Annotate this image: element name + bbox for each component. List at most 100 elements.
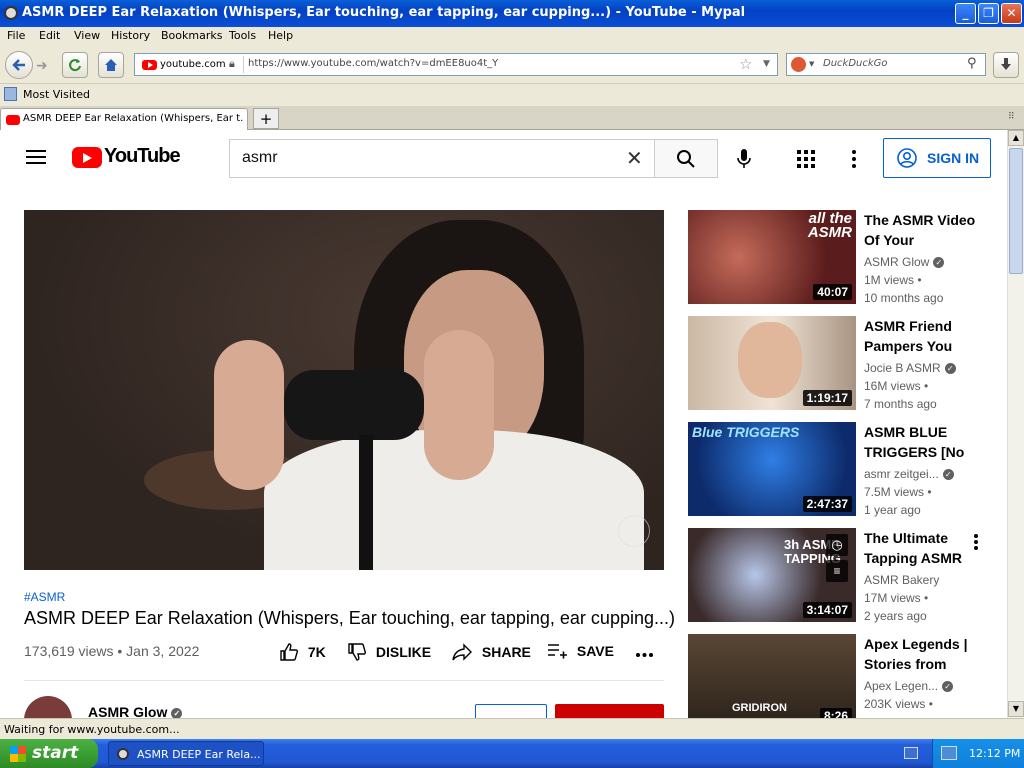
keyboard-tray-icon[interactable]	[904, 747, 918, 759]
bookmarks-toolbar: Most Visited	[0, 84, 1024, 106]
save-button[interactable]: SAVE	[547, 643, 614, 659]
back-button[interactable]	[5, 51, 33, 79]
youtube-logo-icon[interactable]	[72, 147, 102, 168]
rec-thumbnail[interactable]: 1:19:17	[688, 316, 856, 410]
youtube-search-button[interactable]	[654, 139, 718, 178]
rec-channel[interactable]: ASMR Bakery	[864, 573, 939, 587]
clock[interactable]: 12:12 PM	[969, 747, 1020, 760]
rec-title[interactable]: ASMR Friend Pampers You	[864, 316, 988, 356]
youtube-logo-text[interactable]: YouTube	[104, 145, 181, 168]
channel-name-text: ASMR Glow	[88, 704, 168, 718]
start-label: start	[32, 743, 79, 763]
video-title: ASMR DEEP Ear Relaxation (Whispers, Ear …	[24, 608, 675, 628]
channel-avatar[interactable]	[24, 696, 72, 718]
maximize-button[interactable]: ❐	[978, 3, 999, 24]
microphone-icon[interactable]	[737, 149, 751, 169]
settings-more-icon[interactable]	[852, 150, 856, 168]
rec-title[interactable]: ASMR BLUE TRIGGERS [No	[864, 422, 988, 462]
duckduckgo-icon[interactable]	[791, 57, 806, 72]
menu-tools[interactable]: Tools	[229, 29, 256, 42]
rec-duration: 3:14:07	[802, 602, 852, 618]
url-dropdown-icon[interactable]: ▼	[763, 59, 770, 69]
engine-dropdown-icon[interactable]: ▼	[809, 60, 814, 68]
rec-title[interactable]: Apex Legends | Stories from	[864, 634, 988, 674]
recommendation-item[interactable]: all the ASMR 40:07 The ASMR Video Of You…	[688, 210, 998, 306]
thumbs-up-icon	[280, 643, 298, 661]
page-scrollbar[interactable]: ▲ ▼	[1007, 130, 1024, 718]
menu-hamburger-icon[interactable]	[26, 150, 46, 164]
tab-youtube[interactable]: ASMR DEEP Ear Relaxation (Whispers, Ear …	[0, 108, 248, 130]
share-button[interactable]: SHARE	[452, 643, 531, 661]
like-button[interactable]: 7K	[280, 643, 326, 661]
network-tray-icon[interactable]	[941, 746, 957, 760]
bookmark-folder-icon	[4, 87, 17, 101]
channel-name[interactable]: ASMR Glow ✓	[88, 704, 183, 718]
rec-channel[interactable]: Jocie B ASMR ✓	[864, 361, 956, 375]
video-hashtag[interactable]: #ASMR	[24, 590, 65, 604]
search-go-icon[interactable]: ⚲	[967, 56, 977, 71]
window-title-bar[interactable]: ASMR DEEP Ear Relaxation (Whispers, Ear …	[0, 0, 1024, 27]
home-button[interactable]	[98, 52, 124, 78]
rec-duration: 2:47:37	[802, 496, 852, 512]
more-actions-icon[interactable]	[636, 653, 653, 657]
bookmark-star-icon[interactable]: ☆	[739, 55, 752, 73]
rec-thumbnail[interactable]: 3h ASMR TAPPING ◷ ≡ 3:14:07	[688, 528, 856, 622]
rec-thumbnail[interactable]: Blue TRIGGERS 2:47:37	[688, 422, 856, 516]
scroll-up-icon[interactable]: ▲	[1008, 130, 1024, 146]
rec-title[interactable]: The Ultimate Tapping ASMR	[864, 528, 988, 568]
menu-history[interactable]: History	[111, 29, 150, 42]
watch-later-icon[interactable]: ◷	[826, 534, 848, 556]
recommendation-item[interactable]: GRIDIRON 8:26 Apex Legends | Stories fro…	[688, 634, 998, 718]
menu-help[interactable]: Help	[268, 29, 293, 42]
clear-search-icon[interactable]: ✕	[626, 146, 643, 171]
windows-logo-icon	[10, 746, 26, 762]
minimize-button[interactable]: _	[955, 3, 976, 24]
url-text[interactable]: https://www.youtube.com/watch?v=dmEE8uo4…	[248, 58, 498, 69]
search-engine-box[interactable]: ▼ DuckDuckGo ⚲	[786, 53, 986, 76]
video-player[interactable]	[24, 210, 664, 570]
url-bar[interactable]: youtube.com 🔒︎ https://www.youtube.com/w…	[134, 53, 778, 76]
search-query[interactable]: asmr	[242, 149, 278, 167]
rec-channel[interactable]: Apex Legen... ✓	[864, 679, 954, 693]
recommendation-item[interactable]: 1:19:17 ASMR Friend Pampers You Jocie B …	[688, 316, 998, 412]
recommendation-item[interactable]: Blue TRIGGERS 2:47:37 ASMR BLUE TRIGGERS…	[688, 422, 998, 518]
dislike-button[interactable]: DISLIKE	[348, 643, 431, 661]
status-bar: Waiting for www.youtube.com...	[0, 718, 1024, 739]
scroll-down-icon[interactable]: ▼	[1008, 701, 1024, 717]
window-title: ASMR DEEP Ear Relaxation (Whispers, Ear …	[22, 5, 746, 20]
rec-title[interactable]: The ASMR Video Of Your	[864, 210, 988, 250]
reload-button[interactable]	[62, 52, 88, 78]
rec-duration: 8:26	[819, 708, 852, 718]
downloads-button[interactable]	[993, 52, 1019, 78]
start-button[interactable]: start	[0, 739, 98, 768]
subscribe-button[interactable]	[555, 704, 664, 718]
rec-channel[interactable]: ASMR Glow ✓	[864, 255, 945, 269]
bookmark-most-visited[interactable]: Most Visited	[23, 88, 90, 101]
sign-in-button[interactable]: SIGN IN	[883, 138, 991, 178]
add-to-queue-icon[interactable]: ≡	[826, 560, 848, 582]
youtube-tab-icon	[6, 115, 20, 125]
rec-age: 10 months ago	[864, 291, 944, 305]
menu-bookmarks[interactable]: Bookmarks	[161, 29, 222, 42]
rec-thumbnail[interactable]: GRIDIRON 8:26	[688, 634, 856, 718]
menu-edit[interactable]: Edit	[39, 29, 60, 42]
rec-thumbnail[interactable]: all the ASMR 40:07	[688, 210, 856, 304]
rec-channel-name: Jocie B ASMR	[864, 361, 941, 375]
account-icon	[897, 148, 917, 168]
recommendation-item[interactable]: 3h ASMR TAPPING ◷ ≡ 3:14:07 The Ultimate…	[688, 528, 998, 624]
join-button[interactable]	[475, 704, 547, 718]
search-placeholder[interactable]: DuckDuckGo	[823, 58, 888, 69]
taskbar-window-item[interactable]: ASMR DEEP Ear Rela...	[108, 741, 264, 766]
apps-grid-icon[interactable]	[797, 150, 815, 168]
close-button[interactable]: ✕	[1001, 3, 1022, 24]
youtube-search-input[interactable]: asmr ✕	[229, 139, 655, 178]
scroll-thumb[interactable]	[1009, 148, 1023, 274]
menu-view[interactable]: View	[74, 29, 100, 42]
rec-more-icon[interactable]	[974, 534, 978, 550]
verified-icon: ✓	[944, 363, 956, 375]
rec-channel[interactable]: asmr zeitgei... ✓	[864, 467, 954, 481]
new-tab-button[interactable]: +	[253, 108, 279, 129]
tab-list-icon[interactable]: ⠿	[1008, 112, 1015, 122]
forward-button[interactable]: ➜	[36, 58, 48, 74]
menu-file[interactable]: File	[7, 29, 25, 42]
